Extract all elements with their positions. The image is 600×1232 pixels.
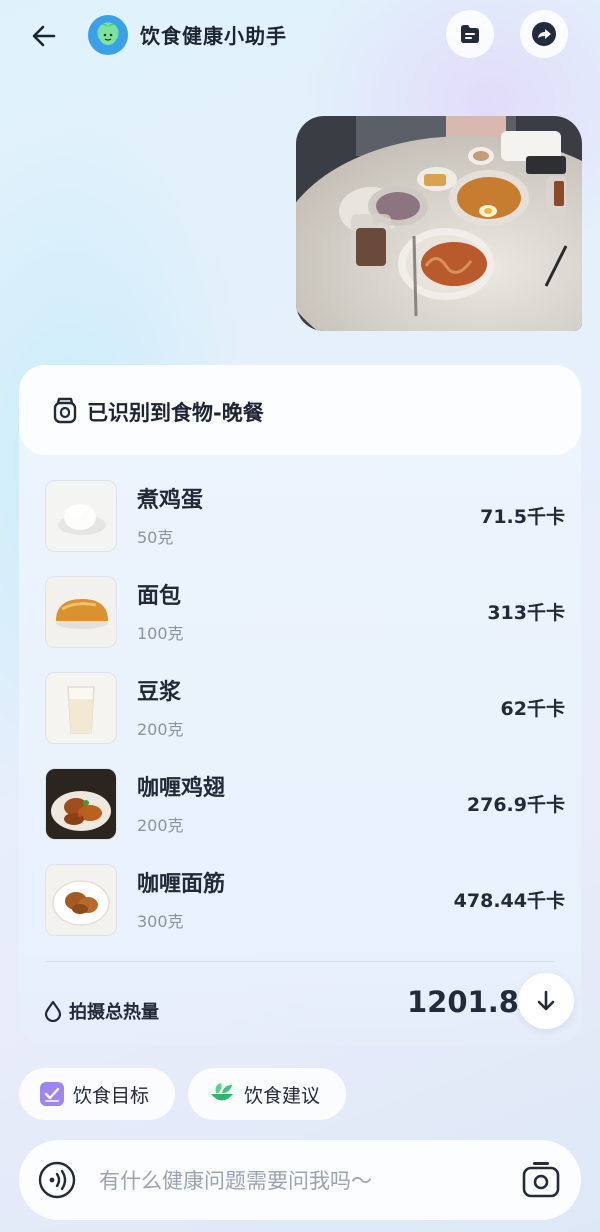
total-calories-label: 拍摄总热量 [43,998,159,1024]
scroll-down-button[interactable] [518,973,574,1029]
page-title: 饮食健康小助手 [140,24,287,48]
assistant-mascot-icon [99,23,117,45]
share-arrow-icon [532,22,556,46]
food-item[interactable]: 咖喱面筋 300克 478.44千卡 [45,864,565,936]
food-item[interactable]: 咖喱鸡翅 200克 276.9千卡 [45,768,565,840]
diet-advice-chip[interactable]: 饮食建议 [188,1068,346,1120]
food-name: 豆浆 [137,680,182,705]
food-calories: 313千卡 [487,602,565,624]
diet-goal-chip[interactable]: 饮食目标 [19,1068,175,1120]
food-name: 煮鸡蛋 [137,488,204,513]
card-title: 已识别到食物-晚餐 [87,401,264,425]
bread-thumbnail [45,576,117,648]
meal-photo[interactable] [296,116,582,331]
target-check-icon [40,1082,64,1106]
voice-input-icon[interactable] [37,1160,77,1200]
curry-gluten-thumbnail [45,864,117,936]
food-calories: 478.44千卡 [453,890,565,912]
chip-label: 饮食建议 [244,1084,321,1107]
document-icon [461,25,479,43]
message-input-bar [19,1140,581,1220]
assistant-avatar [88,15,128,55]
arrow-down-icon [537,990,555,1011]
food-calories: 276.9千卡 [466,794,565,816]
food-calories: 62千卡 [500,698,565,720]
arrow-left-icon [32,25,56,47]
history-button[interactable] [446,10,494,58]
food-amount: 200克 [137,816,184,835]
food-item[interactable]: 煮鸡蛋 50克 71.5千卡 [45,480,565,552]
leaf-bowl-icon [211,1083,233,1101]
divider [45,961,555,962]
food-container-icon [53,397,77,424]
message-input[interactable] [97,1162,501,1200]
food-amount: 100克 [137,624,184,643]
card-header: 已识别到食物-晚餐 [19,365,581,455]
share-button[interactable] [520,10,568,58]
food-item[interactable]: 豆浆 200克 62千卡 [45,672,565,744]
meal-photo-image [296,116,582,331]
food-recognition-card: 已识别到食物-晚餐 煮鸡蛋 50克 71.5千卡 面包 100克 313千卡 豆… [19,365,581,1045]
curry-chicken-wings-thumbnail [45,768,117,840]
soy-milk-thumbnail [45,672,117,744]
back-button[interactable] [26,18,62,54]
food-name: 咖喱鸡翅 [137,776,226,801]
food-amount: 50克 [137,528,174,547]
camera-icon[interactable] [519,1158,563,1202]
food-calories: 71.5千卡 [480,506,565,528]
food-name: 面包 [137,584,182,609]
food-amount: 200克 [137,720,184,739]
chip-label: 饮食目标 [73,1084,150,1107]
flame-drop-icon [44,1000,62,1022]
food-name: 咖喱面筋 [137,872,226,897]
top-bar: 饮食健康小助手 [0,0,600,70]
total-label-text: 拍摄总热量 [69,1002,159,1023]
boiled-egg-thumbnail [45,480,117,552]
food-item[interactable]: 面包 100克 313千卡 [45,576,565,648]
food-amount: 300克 [137,912,184,931]
